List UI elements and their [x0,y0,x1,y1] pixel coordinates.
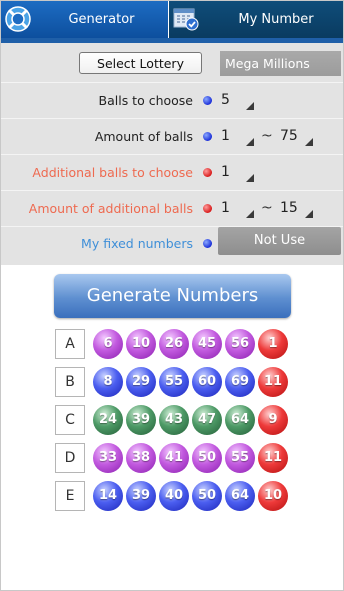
number-ball: 10 [126,329,156,359]
additional-balls-value: 1 [221,164,230,180]
app-window: Generator My Number Select Lottery Mega … [0,0,344,591]
select-lottery-button[interactable]: Select Lottery [79,52,202,74]
number-ball: 24 [93,405,123,435]
additional-balls-spinner[interactable]: 1 [219,162,254,184]
amount-of-balls-min: 1 [221,128,230,144]
dropdown-arrow-icon [246,102,254,110]
result-row-label: E [55,481,85,511]
tab-generator-label: Generator [68,12,135,27]
dropdown-arrow-icon [246,210,254,218]
bonus-ball: 11 [258,443,288,473]
amount-additional-max-spinner[interactable]: 15 [278,198,313,220]
number-ball: 38 [126,443,156,473]
balls-to-choose-label: Balls to choose [98,93,193,108]
number-ball: 64 [225,405,255,435]
lottery-row: Select Lottery Mega Millions [1,43,343,83]
tab-generator[interactable]: Generator [1,1,169,38]
number-ball: 55 [159,367,189,397]
dropdown-arrow-icon [246,138,254,146]
additional-balls-row: Additional balls to choose 1 [1,155,343,191]
amount-of-balls-label: Amount of balls [94,129,193,144]
bonus-ball: 9 [258,405,288,435]
fixed-numbers-label: My fixed numbers [81,236,193,251]
tab-my-number[interactable]: My Number [169,1,343,38]
number-ball: 55 [225,443,255,473]
result-row: D 33 38 41 50 55 11 [55,443,295,473]
range-separator: ~ [261,200,273,216]
result-row-label: D [55,443,85,473]
number-ball: 69 [225,367,255,397]
number-ball: 47 [192,405,222,435]
bonus-ball: 11 [258,367,288,397]
number-ball: 26 [159,329,189,359]
dropdown-arrow-icon [305,138,313,146]
result-row: C 24 39 43 47 64 9 [55,405,295,435]
generate-numbers-button[interactable]: Generate Numbers [54,274,291,318]
amount-of-balls-max-spinner[interactable]: 75 [278,126,313,148]
bonus-ball: 10 [258,481,288,511]
number-ball: 50 [192,481,222,511]
number-ball: 41 [159,443,189,473]
amount-additional-max: 15 [280,200,298,216]
range-separator: ~ [261,128,273,144]
red-dot-icon [203,168,212,177]
tab-my-number-label: My Number [238,12,314,27]
bonus-ball: 1 [258,329,288,359]
calendar-check-icon [173,8,199,31]
number-ball: 14 [93,481,123,511]
number-ball: 45 [192,329,222,359]
number-ball: 33 [93,443,123,473]
fixed-numbers-button[interactable]: Not Use [218,227,341,255]
settings-panel: Select Lottery Mega Millions Balls to ch… [1,43,343,265]
blue-dot-icon [203,239,212,248]
balls-to-choose-row: Balls to choose 5 [1,83,343,119]
red-dot-icon [203,204,212,213]
number-ball: 39 [126,481,156,511]
dropdown-arrow-icon [246,174,254,182]
number-ball: 56 [225,329,255,359]
number-ball: 29 [126,367,156,397]
amount-of-balls-min-spinner[interactable]: 1 [219,126,254,148]
amount-of-balls-max: 75 [280,128,298,144]
number-ball: 43 [159,405,189,435]
result-row: B 8 29 55 60 69 11 [55,367,295,397]
result-row: A 6 10 26 45 56 1 [55,329,295,359]
number-ball: 50 [192,443,222,473]
number-ball: 64 [225,481,255,511]
amount-additional-balls-row: Amount of additional balls 1 ~ 15 [1,191,343,227]
blue-dot-icon [203,132,212,141]
additional-balls-label: Additional balls to choose [32,165,193,180]
number-ball: 39 [126,405,156,435]
number-ball: 40 [159,481,189,511]
result-row: E 14 39 40 50 64 10 [55,481,295,511]
dropdown-arrow-icon [305,210,313,218]
balls-to-choose-spinner[interactable]: 5 [219,90,254,112]
blue-dot-icon [203,96,212,105]
number-ball: 6 [93,329,123,359]
result-row-label: A [55,329,85,359]
balls-to-choose-value: 5 [221,92,230,108]
amount-additional-min: 1 [221,200,230,216]
result-row-label: C [55,405,85,435]
number-ball: 8 [93,367,123,397]
lottery-name-display: Mega Millions [220,51,341,76]
amount-of-balls-row: Amount of balls 1 ~ 75 [1,119,343,155]
amount-additional-balls-label: Amount of additional balls [28,201,193,216]
result-row-label: B [55,367,85,397]
tab-bar: Generator My Number [1,1,343,38]
lifebuoy-icon [5,6,31,32]
number-ball: 60 [192,367,222,397]
amount-additional-min-spinner[interactable]: 1 [219,198,254,220]
